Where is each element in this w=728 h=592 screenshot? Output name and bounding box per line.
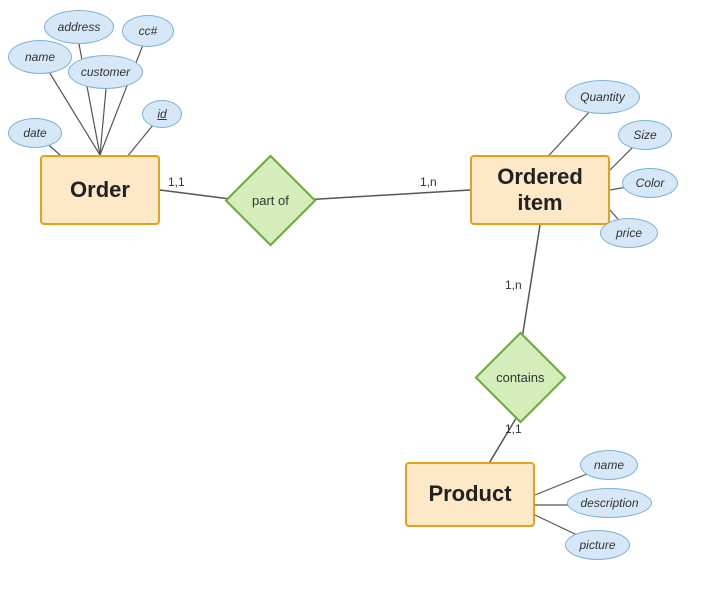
attribute-customer: customer bbox=[68, 55, 143, 89]
attribute-size: Size bbox=[618, 120, 672, 150]
attribute-cc: cc# bbox=[122, 15, 174, 47]
entity-product: Product bbox=[405, 462, 535, 527]
attribute-address: address bbox=[44, 10, 114, 44]
relationship-contains: contains bbox=[475, 332, 567, 424]
cardinality-1-1-product: 1,1 bbox=[505, 422, 522, 436]
attribute-picture: picture bbox=[565, 530, 630, 560]
cardinality-1-1-order: 1,1 bbox=[168, 175, 185, 189]
attribute-description: description bbox=[567, 488, 652, 518]
attribute-price: price bbox=[600, 218, 658, 248]
er-diagram: Order Ordered item Product part of conta… bbox=[0, 0, 728, 592]
entity-ordered-item: Ordered item bbox=[470, 155, 610, 225]
attribute-prod-name: name bbox=[580, 450, 638, 480]
relationship-part-of: part of bbox=[225, 155, 317, 247]
cardinality-1-n-contains: 1,n bbox=[505, 278, 522, 292]
attribute-id: id bbox=[142, 100, 182, 128]
entity-order: Order bbox=[40, 155, 160, 225]
attribute-name: name bbox=[8, 40, 72, 74]
attribute-quantity: Quantity bbox=[565, 80, 640, 114]
cardinality-1-n-ordered: 1,n bbox=[420, 175, 437, 189]
attribute-date: date bbox=[8, 118, 62, 148]
attribute-color: Color bbox=[622, 168, 678, 198]
